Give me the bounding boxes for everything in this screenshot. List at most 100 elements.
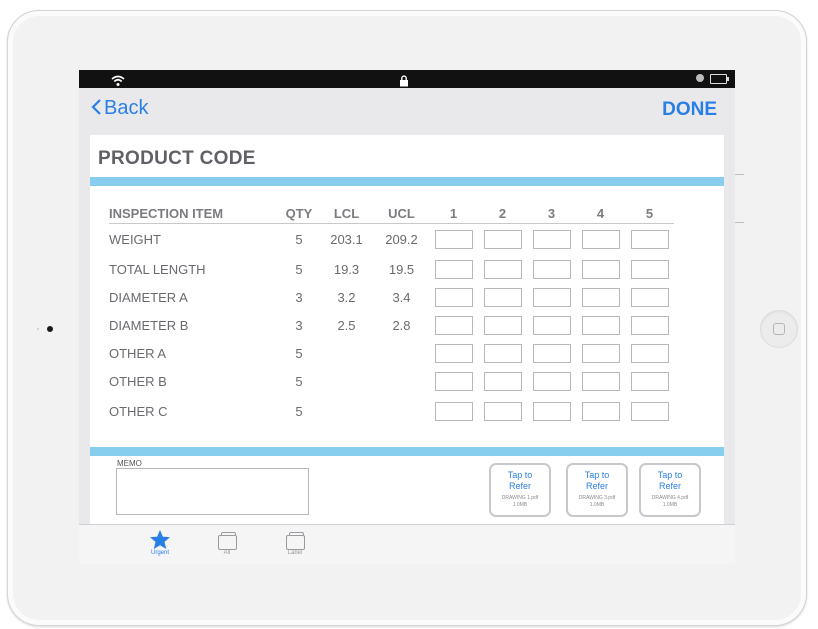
item-name: OTHER B	[109, 374, 167, 389]
bluetooth-icon	[696, 74, 704, 82]
measurement-input-5[interactable]	[630, 230, 669, 250]
measurement-input-2[interactable]	[483, 260, 522, 279]
camera	[47, 326, 53, 332]
measurement-input-2[interactable]	[483, 402, 522, 421]
measurement-input-3[interactable]	[532, 316, 571, 335]
measurement-cell	[576, 256, 625, 284]
measurement-input-3[interactable]	[532, 344, 571, 363]
measurement-cell	[576, 340, 625, 368]
tab-urgent[interactable]: Urgent	[140, 528, 180, 556]
measurement-cell	[625, 368, 674, 396]
measurement-cell	[429, 368, 478, 396]
measurement-input-1[interactable]	[434, 316, 473, 335]
form-panel: PRODUCT CODE INSPECTION ITEM QTY LCL UCL…	[90, 135, 724, 524]
qty-value: 5	[295, 374, 303, 389]
header-inspection-item: INSPECTION ITEM	[109, 203, 279, 224]
measurement-input-4[interactable]	[581, 260, 620, 279]
chevron-left-icon	[91, 98, 102, 120]
ucl-value: 19.5	[388, 262, 415, 277]
table-row: DIAMETER A 3 3.2 3.4	[109, 284, 674, 312]
measurement-input-3[interactable]	[532, 372, 571, 391]
ucl-value: 3.4	[392, 290, 411, 305]
measurement-cell	[429, 340, 478, 368]
battery-icon	[710, 74, 729, 84]
measurement-input-5[interactable]	[630, 402, 669, 421]
measurement-input-1[interactable]	[434, 288, 473, 307]
refer-label-1: Tap to	[584, 470, 610, 480]
measurement-input-4[interactable]	[581, 344, 620, 363]
measurement-input-5[interactable]	[630, 288, 669, 307]
measurement-input-3[interactable]	[532, 402, 571, 421]
measurement-input-4[interactable]	[581, 372, 620, 391]
refer-label-1: Tap to	[657, 470, 683, 480]
qty-value: 3	[295, 318, 303, 333]
refer-drawing-4-button[interactable]: Tap to Refer DRAWING 4.pdf 1.0MB	[639, 463, 701, 517]
refer-size: 1.0MB	[589, 502, 605, 508]
measurement-input-2[interactable]	[483, 372, 522, 391]
screen: Back DONE PRODUCT CODE INSPECTION ITEM Q…	[79, 70, 735, 564]
measurement-input-4[interactable]	[581, 402, 620, 421]
measurement-input-1[interactable]	[434, 260, 473, 279]
home-button[interactable]	[760, 310, 798, 348]
header-5: 5	[625, 203, 674, 224]
lcl-value	[319, 396, 374, 428]
refer-label-2: Refer	[658, 481, 681, 491]
measurement-input-1[interactable]	[434, 230, 473, 250]
measurement-cell	[625, 340, 674, 368]
memo-input[interactable]	[116, 468, 309, 515]
measurement-input-5[interactable]	[630, 344, 669, 363]
lcl-value: 3.2	[337, 290, 356, 305]
header-3: 3	[527, 203, 576, 224]
lcl-value: 203.1	[330, 232, 363, 248]
measurement-input-5[interactable]	[630, 372, 669, 391]
measurement-input-4[interactable]	[581, 288, 620, 307]
refer-drawing-3-button[interactable]: Tap to Refer DRAWING 3.pdf 1.0MB	[566, 463, 628, 517]
ucl-value: 2.8	[392, 318, 411, 333]
measurement-input-3[interactable]	[532, 288, 571, 307]
item-name: OTHER A	[109, 346, 167, 361]
measurement-input-5[interactable]	[630, 316, 669, 335]
measurement-input-5[interactable]	[630, 260, 669, 279]
header-1: 1	[429, 203, 478, 224]
refer-drawing-1-button[interactable]: Tap to Refer DRAWING 1.pdf 1.0MB	[489, 463, 551, 517]
tab-all[interactable]: All	[207, 528, 247, 556]
measurement-input-4[interactable]	[581, 230, 620, 250]
back-button[interactable]: Back	[91, 97, 148, 120]
measurement-input-2[interactable]	[483, 316, 522, 335]
measurement-cell	[478, 256, 527, 284]
measurement-cell	[429, 224, 478, 256]
qty-value: 5	[295, 404, 303, 419]
refer-file: DRAWING 1.pdf	[501, 495, 539, 501]
measurement-cell	[527, 340, 576, 368]
measurement-input-2[interactable]	[483, 288, 522, 307]
measurement-input-3[interactable]	[532, 230, 571, 250]
measurement-cell	[527, 256, 576, 284]
page-title: PRODUCT CODE	[98, 148, 256, 169]
refer-size: 1.0MB	[512, 502, 528, 508]
item-name: OTHER C	[109, 404, 168, 419]
bottom-accent-band	[90, 447, 724, 456]
tab-label-folder[interactable]: Label	[275, 528, 315, 556]
measurement-cell	[625, 396, 674, 428]
measurement-input-4[interactable]	[581, 316, 620, 335]
measurement-input-3[interactable]	[532, 260, 571, 279]
guide-line	[735, 222, 744, 223]
measurement-cell	[625, 256, 674, 284]
qty-value: 5	[295, 262, 303, 277]
header-qty: QTY	[279, 203, 319, 224]
measurement-input-1[interactable]	[434, 402, 473, 421]
measurement-cell	[527, 396, 576, 428]
measurement-input-1[interactable]	[434, 372, 473, 391]
ucl-value	[374, 368, 429, 396]
table-row: DIAMETER B 3 2.5 2.8	[109, 312, 674, 340]
top-accent-band	[90, 177, 724, 186]
refer-label-1: Tap to	[507, 470, 533, 480]
table-row: OTHER C 5	[109, 396, 674, 428]
tab-label: All	[223, 550, 231, 556]
refer-label-2: Refer	[585, 481, 608, 491]
measurement-input-2[interactable]	[483, 230, 522, 250]
measurement-input-2[interactable]	[483, 344, 522, 363]
done-button[interactable]: DONE	[662, 99, 717, 121]
measurement-input-1[interactable]	[434, 344, 473, 363]
table-row: OTHER B 5	[109, 368, 674, 396]
